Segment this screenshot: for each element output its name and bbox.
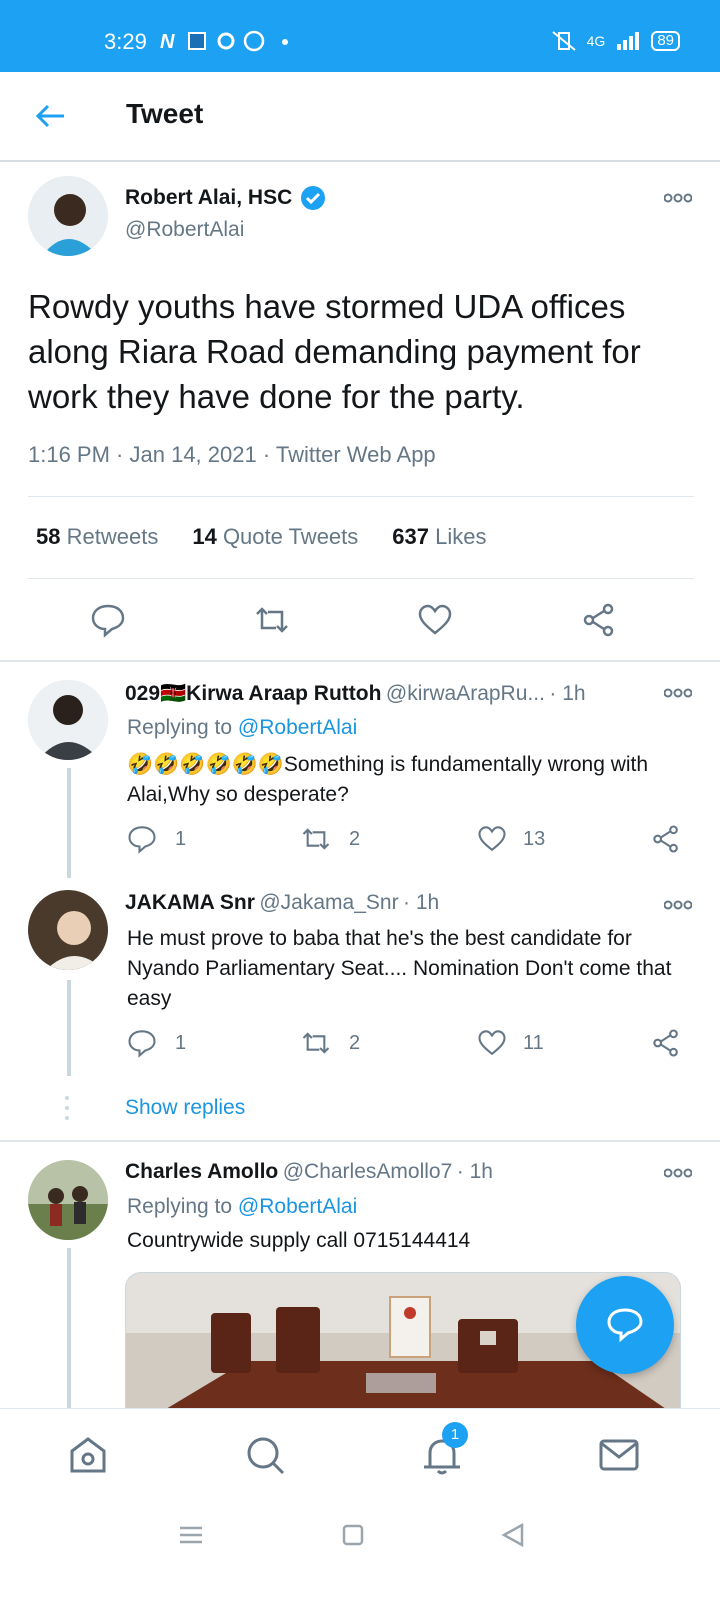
home-button-icon[interactable] xyxy=(338,1520,368,1550)
reply-time: 1h xyxy=(562,682,586,705)
reply-icon[interactable] xyxy=(127,824,157,854)
vibrate-mute-icon xyxy=(551,31,576,51)
reply-count: 1 xyxy=(175,1032,187,1054)
bottom-navigation xyxy=(0,1408,720,1501)
share-icon[interactable] xyxy=(581,602,617,638)
like-count: 11 xyxy=(523,1032,544,1054)
reply-time: 1h xyxy=(415,891,440,914)
signal-icon xyxy=(617,32,640,50)
tweet-stats: 58 Retweets 14 Quote Tweets 637 Likes xyxy=(36,524,486,550)
reply-header: JAKAMA Snr @Jakama_Snr · 1h xyxy=(125,891,440,914)
reply-author-name[interactable]: JAKAMA Snr xyxy=(125,891,255,914)
retweets-stat[interactable]: 58 Retweets xyxy=(36,524,158,550)
avatar-image xyxy=(28,890,108,970)
more-options-icon[interactable] xyxy=(664,900,692,910)
top-header: Tweet xyxy=(0,72,720,162)
reply-count: 1 xyxy=(175,828,187,850)
thread-line xyxy=(67,1248,71,1408)
reply-author-handle[interactable]: @Jakama_Snr xyxy=(259,891,398,914)
status-bar: 3:29 N 4G 89 xyxy=(0,0,720,72)
back-triangle-icon[interactable] xyxy=(498,1520,528,1550)
verified-badge-icon xyxy=(301,186,326,210)
tweet-text: Rowdy youths have stormed UDA offices al… xyxy=(28,288,641,415)
reply-avatar[interactable] xyxy=(28,890,108,970)
page-title: Tweet xyxy=(126,98,204,129)
retweet-icon[interactable] xyxy=(254,602,290,638)
tweet-source[interactable]: Twitter Web App xyxy=(276,442,436,467)
messages-icon[interactable] xyxy=(597,1433,641,1477)
reply-icon[interactable] xyxy=(127,1028,157,1058)
status-time: 3:29 xyxy=(104,29,147,54)
tweet-meta: 1:16 PM · Jan 14, 2021 · Twitter Web App xyxy=(28,442,436,467)
author-name[interactable]: Robert Alai, HSC xyxy=(125,186,292,210)
status-right: 4G 89 xyxy=(551,30,680,52)
reply-author-handle[interactable]: @kirwaArapRu... xyxy=(386,682,545,705)
reply-avatar[interactable] xyxy=(28,1160,108,1240)
tweet-date: Jan 14, 2021 xyxy=(129,442,257,467)
thread-dots-icon xyxy=(65,1096,69,1120)
like-icon[interactable] xyxy=(477,824,507,854)
reply-text: Countrywide supply call 0715144414 xyxy=(127,1229,471,1252)
dot-icon xyxy=(282,39,288,45)
reply-actions: 1 2 13 xyxy=(127,824,697,858)
avatar-image xyxy=(28,1160,108,1240)
thread-line xyxy=(67,768,71,878)
replying-to: Replying to @RobertAlai xyxy=(127,1195,358,1218)
divider xyxy=(0,660,720,662)
notification-icons: N xyxy=(160,30,265,52)
show-replies-link[interactable]: Show replies xyxy=(125,1096,245,1120)
author-row: Robert Alai, HSC xyxy=(125,185,326,211)
system-navigation xyxy=(0,1500,720,1600)
share-icon[interactable] xyxy=(651,824,681,854)
share-icon[interactable] xyxy=(651,1028,681,1058)
thread-line xyxy=(67,980,71,1076)
like-icon[interactable] xyxy=(477,1028,507,1058)
search-icon[interactable] xyxy=(243,1433,287,1477)
more-options-icon[interactable] xyxy=(664,193,692,203)
retweet-count: 2 xyxy=(349,828,361,850)
reply-icon[interactable] xyxy=(90,602,126,638)
svg-text:N: N xyxy=(160,31,175,52)
reply-header: 029🇰🇪Kirwa Araap Ruttoh @kirwaArapRu... … xyxy=(125,682,586,705)
reply-text: He must prove to baba that he's the best… xyxy=(127,927,672,1010)
home-icon[interactable] xyxy=(66,1433,110,1477)
avatar-image xyxy=(28,680,108,760)
replying-to-link[interactable]: @RobertAlai xyxy=(238,716,357,739)
reply-actions: 1 2 11 xyxy=(127,1028,697,1062)
reply-header: Charles Amollo @CharlesAmollo7 · 1h xyxy=(125,1160,493,1183)
replying-to: Replying to @RobertAlai xyxy=(127,716,358,739)
likes-stat[interactable]: 637 Likes xyxy=(392,524,486,550)
battery-indicator: 89 xyxy=(651,31,680,51)
reply-author-name[interactable]: Charles Amollo xyxy=(125,1160,278,1183)
divider xyxy=(28,578,694,579)
retweet-icon[interactable] xyxy=(301,824,331,854)
more-options-icon[interactable] xyxy=(664,688,692,698)
reply-avatar[interactable] xyxy=(28,680,108,760)
reply-time: 1h xyxy=(469,1160,493,1183)
retweet-icon[interactable] xyxy=(301,1028,331,1058)
like-icon[interactable] xyxy=(417,602,453,638)
retweet-count: 2 xyxy=(349,1032,361,1054)
more-options-icon[interactable] xyxy=(664,1168,692,1178)
tweet-time: 1:16 PM xyxy=(28,442,110,467)
reply-author-handle[interactable]: @CharlesAmollo7 xyxy=(283,1160,453,1183)
notifications-badge: 1 xyxy=(442,1422,468,1448)
compose-reply-button[interactable] xyxy=(576,1276,674,1374)
like-count: 13 xyxy=(523,828,546,850)
network-type: 4G xyxy=(586,33,606,49)
avatar-image xyxy=(28,176,108,256)
reply-author-name[interactable]: 029🇰🇪Kirwa Araap Ruttoh xyxy=(125,682,381,705)
divider xyxy=(0,1140,720,1142)
quote-tweets-stat[interactable]: 14 Quote Tweets xyxy=(192,524,358,550)
author-avatar[interactable] xyxy=(28,176,108,256)
back-arrow-icon[interactable] xyxy=(34,98,70,134)
author-handle[interactable]: @RobertAlai xyxy=(125,218,244,242)
menu-icon[interactable] xyxy=(176,1520,206,1550)
reply-bubble-icon xyxy=(607,1308,643,1343)
replying-to-link[interactable]: @RobertAlai xyxy=(238,1195,357,1218)
reply-text: 🤣🤣🤣🤣🤣🤣Something is fundamentally wrong w… xyxy=(127,753,649,806)
divider xyxy=(28,496,694,497)
tweet-actions xyxy=(0,596,720,656)
